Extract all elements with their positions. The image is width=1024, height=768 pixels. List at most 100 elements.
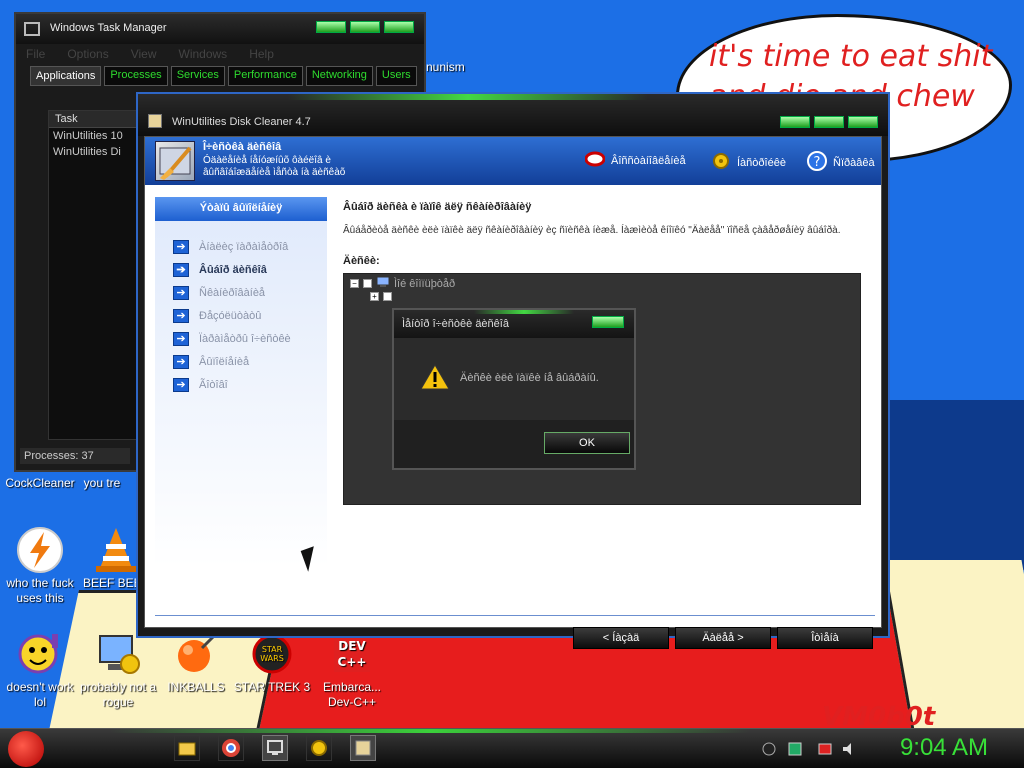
- step-label: Ðåçóëüòàòû: [199, 309, 262, 322]
- menu-help[interactable]: Help: [249, 47, 274, 62]
- maximize-button[interactable]: [350, 21, 380, 33]
- dialog-message: Äèñêè èëè ïàïêè íå âûáðàíû.: [460, 372, 599, 384]
- main-description: Âûáåðèòå äèñêè èëè ïàïêè äëÿ ñêàíèðîâàíè…: [343, 225, 841, 236]
- chrome-taskbar-icon[interactable]: [218, 735, 244, 761]
- taskbar-clock[interactable]: 9:04 AM: [900, 734, 988, 762]
- help-icon: ?: [807, 151, 827, 174]
- menu-view[interactable]: View: [131, 47, 157, 62]
- close-button[interactable]: [848, 116, 878, 128]
- desktop-icon-label: INKBALLS: [167, 680, 225, 694]
- tree-root[interactable]: − Ìîé êîìïüþòåð: [350, 276, 455, 291]
- taskbar: 9:04 AM: [0, 728, 1024, 768]
- desktop-icon-label: probably not a rogue: [79, 680, 157, 709]
- desktop-icon-cockcleaner[interactable]: CockCleaner: [0, 476, 80, 491]
- tray-green-icon[interactable]: [788, 742, 802, 756]
- step-label: Âûáîð äèñêîâ: [199, 263, 267, 276]
- desktop-icon-label: you tre: [83, 476, 121, 490]
- settings-button[interactable]: Íàñòðîéêè: [711, 151, 786, 174]
- messenger-icon: [16, 630, 64, 678]
- desktop-icon-label: doesn't work lol: [6, 680, 74, 709]
- tab-performance[interactable]: Performance: [227, 66, 303, 86]
- taskmgr-taskbar-icon[interactable]: [262, 735, 288, 761]
- close-button[interactable]: [384, 21, 414, 33]
- tray-red-icon[interactable]: [818, 742, 832, 756]
- cleaner-taskbar-icon[interactable]: [350, 735, 376, 761]
- arrow-right-icon: ➔: [173, 308, 189, 323]
- steps-title: Ýòàïû âûïîëíåíèÿ: [155, 197, 327, 221]
- expand-toggle[interactable]: +: [370, 292, 379, 301]
- task-manager-titlebar[interactable]: Windows Task Manager: [16, 14, 424, 44]
- tab-applications[interactable]: Applications: [30, 66, 102, 86]
- minimize-button[interactable]: [780, 116, 810, 128]
- maximize-button[interactable]: [814, 116, 844, 128]
- cancel-button[interactable]: Îòìåíà: [777, 627, 873, 649]
- window-controls: [780, 116, 878, 130]
- step-item[interactable]: ➔ Àíàëèç ïàðàìåòðîâ: [155, 235, 327, 258]
- menu-file[interactable]: File: [26, 47, 45, 62]
- monitor-gear-icon: [94, 630, 142, 678]
- titlebar-glow: [474, 310, 574, 314]
- cleaner-header: Î÷èñòêà äèñêîâ Óäàëåíèå íåíóæíûõ ôàéëîâ …: [145, 137, 881, 185]
- close-button[interactable]: [592, 316, 624, 328]
- list-item[interactable]: WinUtilities Di: [49, 144, 137, 160]
- step-item[interactable]: ➔ Âûáîð äèñêîâ: [155, 258, 327, 281]
- next-button[interactable]: Äàëåå >: [675, 627, 771, 649]
- back-button[interactable]: < Íàçàä: [573, 627, 669, 649]
- step-label: Ãîòîâî: [199, 378, 228, 391]
- column-task[interactable]: Task: [49, 111, 137, 128]
- gear-taskbar-icon[interactable]: [306, 735, 332, 761]
- step-item[interactable]: ➔ Âûïîëíåíèå: [155, 350, 327, 373]
- ok-button[interactable]: OK: [544, 432, 630, 454]
- explorer-taskbar-icon[interactable]: [174, 735, 200, 761]
- desktop-icon-who-the-fuck[interactable]: who the fuck uses this: [0, 526, 80, 606]
- task-manager-title: Windows Task Manager: [50, 22, 167, 34]
- help-button[interactable]: ? Ñïðàâêà: [807, 151, 875, 174]
- step-label: Àíàëèç ïàðàìåòðîâ: [199, 240, 289, 253]
- step-item[interactable]: ➔ Ðåçóëüòàòû: [155, 304, 327, 327]
- desktop-icon-probably-not[interactable]: probably not a rogue: [78, 630, 158, 710]
- start-button-icon[interactable]: [8, 731, 44, 767]
- dialog-titlebar[interactable]: Ìåíòîð î÷èñòêè äèñêîâ: [394, 310, 634, 338]
- desktop-icon-embarcadero[interactable]: DEV C++ Embarca... Dev-C++: [312, 630, 392, 710]
- expand-toggle[interactable]: −: [350, 279, 359, 288]
- cleaner-titlebar[interactable]: WinUtilities Disk Cleaner 4.7: [138, 94, 888, 136]
- cleaner-title: WinUtilities Disk Cleaner 4.7: [172, 116, 311, 128]
- list-item[interactable]: WinUtilities 10: [49, 128, 137, 144]
- step-item[interactable]: ➔ Ãîòîâî: [155, 373, 327, 396]
- arrow-right-icon: ➔: [173, 331, 189, 346]
- titlebar-glow: [288, 94, 648, 100]
- lightning-icon: [16, 526, 64, 574]
- disk-broom-icon: [155, 141, 195, 181]
- tab-services[interactable]: Services: [170, 66, 225, 86]
- tab-networking[interactable]: Networking: [305, 66, 373, 86]
- desktop-icon-inkballs[interactable]: INKBALLS: [156, 630, 236, 695]
- volume-icon[interactable]: [842, 742, 856, 756]
- tree-child[interactable]: +: [370, 292, 392, 301]
- checkbox[interactable]: [383, 292, 392, 301]
- checkbox[interactable]: [363, 279, 372, 288]
- desktop-icon-you-tre[interactable]: you tre: [72, 476, 132, 491]
- desktop-icon-label: Embarca... Dev-C++: [322, 680, 382, 709]
- message-dialog[interactable]: Ìåíòîð î÷èñòêè äèñêîâ Äèñêè èëè ïàïêè íå…: [392, 308, 636, 470]
- desktop-icon-doesnt-work[interactable]: doesn't work lol: [0, 630, 80, 710]
- bubble-text-line1: it's time to eat shit: [709, 39, 993, 74]
- tab-users[interactable]: Users: [375, 66, 417, 86]
- tab-processes[interactable]: Processes: [104, 66, 168, 86]
- taskbar-glow: [110, 729, 750, 733]
- menu-options[interactable]: Options: [67, 47, 108, 62]
- tray-icon[interactable]: [762, 742, 776, 756]
- minimize-button[interactable]: [316, 21, 346, 33]
- svg-text:STAR: STAR: [262, 645, 283, 654]
- restore-label: Âîññòàíîâëåíèå: [611, 154, 686, 167]
- computer-icon: [376, 276, 390, 291]
- restore-button[interactable]: Âîññòàíîâëåíèå: [584, 151, 686, 170]
- task-list[interactable]: Task WinUtilities 10 WinUtilities Di: [48, 110, 138, 440]
- main-title: Âûáîð äèñêà è ïàïîê äëÿ ñêàíèðîâàíèÿ: [343, 201, 532, 213]
- desktop-icon-star-trek[interactable]: STAR WARS STAR TREK 3: [232, 630, 312, 695]
- arrow-right-icon: ➔: [173, 262, 189, 277]
- step-item[interactable]: ➔ Ñêàíèðîâàíèå: [155, 281, 327, 304]
- step-item[interactable]: ➔ Ïàðàìåòðû î÷èñòêè: [155, 327, 327, 350]
- svg-text:?: ?: [814, 155, 821, 170]
- menu-windows[interactable]: Windows: [179, 47, 228, 62]
- traffic-cone-icon: [92, 526, 140, 574]
